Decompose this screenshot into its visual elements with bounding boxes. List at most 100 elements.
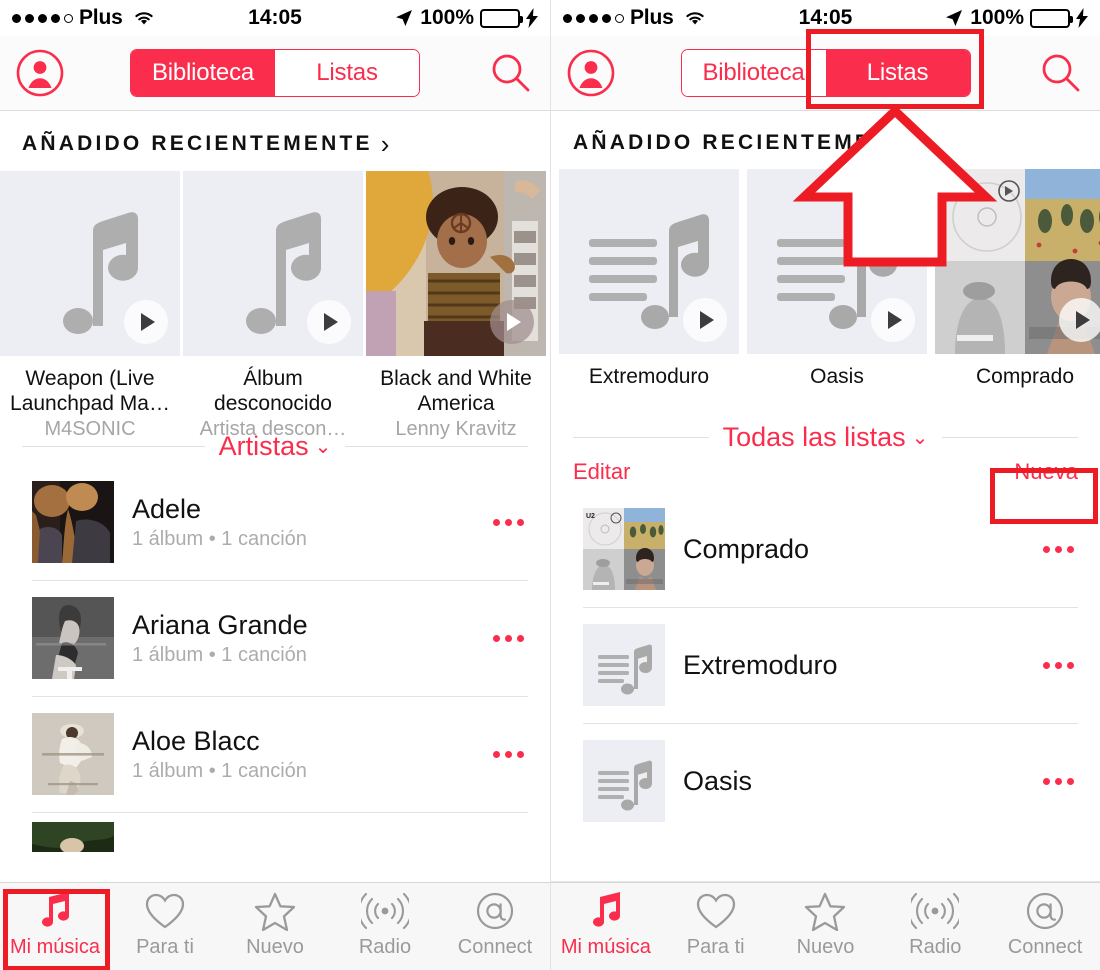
tab-biblioteca[interactable]: Biblioteca [131,50,275,96]
tab-listas[interactable]: Listas [275,50,419,96]
playlist-text: Extremoduro [683,649,1021,682]
tab-para-ti[interactable]: Para ti [661,891,771,959]
list-item[interactable]: Aloe Blacc 1 álbum • 1 canción [0,696,550,812]
tab-label: Para ti [136,936,194,958]
tab-mi-musica[interactable]: Mi música [551,891,661,959]
svg-text:U2: U2 [943,178,962,195]
list-item[interactable]: Extremoduro [551,607,1100,723]
album-artist: Artista descon… [199,418,347,440]
more-options-button[interactable] [1039,654,1078,677]
divider-line [345,446,529,447]
album-artist: Lenny Kravitz [395,418,517,440]
playlist-meta: Extremoduro [559,354,739,389]
left-section-header[interactable]: AÑADIDO RECIENTEMENTE › [0,111,550,171]
divider-line [942,437,1079,438]
heart-icon [144,891,186,931]
star-icon [804,891,846,931]
tab-label: Para ti [686,936,745,958]
right-tab-bar: Mi música Para ti Nuevo Radio Connect [551,882,1100,970]
section-title: AÑADIDO RECIENTEMENTE [22,132,373,155]
right-recently-added-strip[interactable]: Extremoduro Oasis U2 Comprado [551,169,1100,404]
tab-label: Connect [457,936,533,958]
playlist-name: Comprado [683,533,810,564]
playlist-card[interactable]: Extremoduro [559,169,739,404]
search-icon[interactable] [1038,50,1084,96]
playlist-title: Oasis [810,365,864,388]
list-item[interactable]: Oasis [551,723,1100,839]
list-item[interactable]: Adele 1 álbum • 1 canción [0,464,550,580]
signal-strength-icon [563,13,624,23]
wifi-icon [683,9,707,27]
play-button[interactable] [871,298,915,342]
playlist-card[interactable]: U2 Comprado [935,169,1100,404]
left-segmented-control[interactable]: Biblioteca Listas [130,49,420,97]
status-bar: Plus 14:05 100% [0,0,550,36]
chevron-down-icon: ⌄ [911,426,929,449]
artist-name: Ariana Grande [132,609,308,640]
lightning-bolt-icon [1076,8,1088,28]
todas-las-listas-selector[interactable]: Todas las listas ⌄ [723,422,929,453]
playlist-card[interactable]: Oasis [747,169,927,404]
search-icon[interactable] [488,50,534,96]
more-options-button[interactable] [489,627,528,650]
album-artist: M4SONIC [44,418,136,440]
tab-connect[interactable]: Connect [990,891,1100,959]
album-card[interactable]: Black and White America Lenny Kravitz [366,171,546,440]
radio-waves-icon [911,891,960,931]
edit-button[interactable]: Editar [573,459,630,485]
battery-icon [480,8,523,28]
tab-label: Radio [358,936,412,958]
carrier-name: Plus [630,6,674,29]
right-section-divider[interactable]: Todas las listas ⌄ [551,418,1100,455]
tab-biblioteca[interactable]: Biblioteca [681,50,826,96]
play-button[interactable] [683,298,727,342]
more-options-button[interactable] [1039,538,1078,561]
tab-radio[interactable]: Radio [880,891,990,959]
new-playlist-button[interactable]: Nueva [1014,459,1078,485]
play-button[interactable] [1059,298,1100,342]
wifi-icon [132,9,156,27]
album-title: Black and White America [380,367,532,415]
status-bar-right: 100% [394,6,538,30]
right-section-header[interactable]: AÑADIDO RECIENTEMENTE [551,111,1100,169]
tab-para-ti[interactable]: Para ti [110,891,220,959]
status-bar: Plus 14:05 100% [551,0,1100,36]
account-avatar-icon[interactable] [16,49,64,97]
tab-label: Connect [1007,936,1083,958]
playlist-title: Comprado [975,365,1075,388]
list-item[interactable] [0,812,550,864]
account-avatar-icon[interactable] [567,49,615,97]
tab-nuevo[interactable]: Nuevo [220,891,330,959]
artist-artwork [32,597,114,679]
play-button[interactable] [307,300,351,344]
list-item[interactable]: Ariana Grande 1 álbum • 1 canción [0,580,550,696]
svg-text:U2: U2 [586,513,595,520]
album-card[interactable]: Weapon (Live Launchpad Ma… M4SONIC [0,171,180,440]
list-item[interactable]: U2 Comprado [551,491,1100,607]
play-button[interactable] [490,300,534,344]
tab-radio[interactable]: Radio [330,891,440,959]
play-button[interactable] [124,300,168,344]
divider-line [22,446,205,447]
more-options-button[interactable] [489,511,528,534]
playlist-name: Oasis [683,765,753,796]
playlist-actions-row: Editar Nueva [551,455,1100,491]
album-card[interactable]: Álbum desconocido Artista descon… [183,171,363,440]
tab-label: Nuevo [246,936,304,958]
tab-mi-musica[interactable]: Mi música [0,891,110,959]
at-sign-icon [474,891,516,931]
status-bar-left: Plus [563,6,707,30]
more-options-button[interactable] [489,743,528,766]
lightning-bolt-icon [526,8,538,28]
tab-listas[interactable]: Listas [825,50,970,96]
tab-label: Nuevo [796,936,855,958]
tab-nuevo[interactable]: Nuevo [771,891,881,959]
right-segmented-control[interactable]: Biblioteca Listas [680,49,971,97]
music-note-icon [35,891,75,931]
left-recently-added-strip[interactable]: Weapon (Live Launchpad Ma… M4SONIC Álbum… [0,171,550,440]
more-options-button[interactable] [1039,770,1078,793]
artist-text: Ariana Grande 1 álbum • 1 canción [132,609,471,668]
left-tab-bar: Mi música Para ti Nuevo Radio Connect [0,882,550,970]
tab-connect[interactable]: Connect [440,891,550,959]
section-title: AÑADIDO RECIENTEMENTE [573,131,924,154]
